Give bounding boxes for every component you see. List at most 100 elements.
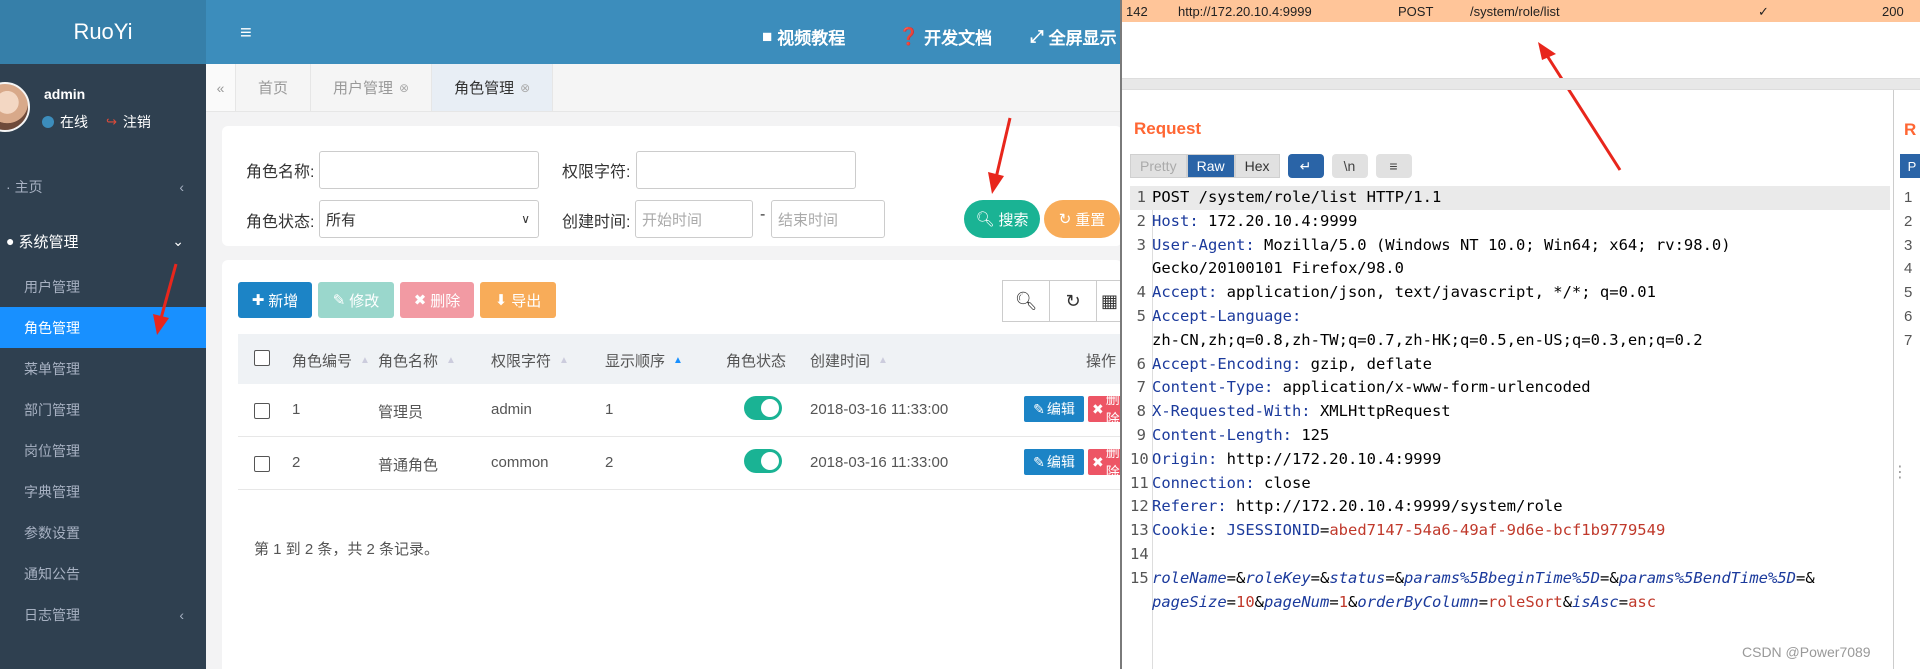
logout-icon[interactable]: ↪ [106,114,117,130]
search-toggle-icon[interactable]: 🔍︎ [1002,280,1050,322]
sidebar-item-menus[interactable]: 菜单管理 [0,348,206,389]
top-navbar: ≡ ■ 视频教程 ❓ 开发文档 ⤢ 全屏显示 [206,0,1120,64]
line-number: 15 [1130,568,1149,587]
menu-icon[interactable]: ≡ [1375,154,1412,178]
sidebar-group-system[interactable]: ● 系统管理 ⌄ [0,216,206,266]
request-header-lines: 1 POST /system/role/list HTTP/1.1 2 Host: 1… [1130,186,1890,519]
row-checkbox[interactable] [254,456,270,472]
tab-scroll-left-icon[interactable]: « [206,64,236,111]
close-icon[interactable]: ⊗ [399,81,409,95]
end-time-placeholder: 结束时间 [778,211,839,229]
end-time-input[interactable]: 结束时间 [771,200,885,238]
col-sort-order[interactable]: 显示顺序 ▲︎ [605,350,683,371]
delete-button[interactable]: ✖ 删除 [400,282,474,318]
sort-icon: ▲︎ [446,355,456,366]
view-tabs: Pretty Raw Hex ↵ \n ≡ [1130,154,1412,180]
request-line: 4 Accept: application/json, text/javascri… [1130,281,1890,305]
edit-button[interactable]: ✎ 修改 [318,282,394,318]
sidebar-item-posts[interactable]: 岗位管理 [0,430,206,471]
role-name-input[interactable] [319,151,539,189]
row-edit-button[interactable]: ✎ 编辑 [1024,449,1084,475]
tab-roles[interactable]: 角色管理 ⊗ [432,64,554,111]
proxy-history-row[interactable]: 142 http://172.20.10.4:9999 POST /system… [1122,0,1920,22]
pane-splitter[interactable] [1122,78,1920,90]
columns-icon[interactable]: ▦ [1096,280,1122,322]
sidebar-item-label: 岗位管理 [24,442,80,459]
sidebar-item-dicts[interactable]: 字典管理 [0,471,206,512]
delete-button-label: 删除 [430,292,461,310]
request-title: Request [1134,119,1202,138]
row-delete-button[interactable]: ✖ 删除 [1088,449,1122,475]
request-line: 5 Accept-Language: [1130,305,1890,329]
col-created[interactable]: 创建时间 ▲︎ [810,350,888,371]
cookie-value: abed7147-54a6-49af-9d6e-bcf1b9779549 [1329,521,1666,540]
tab-hex[interactable]: Hex [1234,154,1280,178]
row-edit-label: 编辑 [1046,454,1075,470]
col-role-name[interactable]: 角色名称 ▲︎ [378,350,456,371]
tab-label: 角色管理 [454,80,515,97]
role-key-label: 权限字符: [562,164,631,181]
user-panel: admin 在线 ↪ 注销 [0,64,206,154]
screenshot: RuoYi admin 在线 ↪ 注销 · 主页 ‹ ● 系统管理 ⌄ 用户管理 [0,0,1920,669]
line-number: 9 [1136,425,1146,444]
sidebar-item-config[interactable]: 参数设置 [0,512,206,553]
sidebar-group-label: 系统管理 [18,233,79,251]
table-row: 2 普通角色 common 2 2018-03-16 11:33:00 ✎ 编辑 … [238,437,1122,490]
request-editor[interactable]: 1 POST /system/role/list HTTP/1.1 2 Host: 1… [1130,186,1890,614]
fullscreen-link[interactable]: ⤢ 全屏显示 [1030,24,1117,49]
sidebar-item-depts[interactable]: 部门管理 [0,389,206,430]
hamburger-menu-icon[interactable]: ≡ [240,22,252,45]
role-status-select[interactable]: 所有 ∨ [319,200,539,238]
home-icon: · [6,179,11,195]
start-time-input[interactable]: 开始时间 [635,200,753,238]
role-key-input[interactable] [636,151,856,189]
sidebar-item-logs[interactable]: 日志管理 ‹ [0,594,206,635]
status-toggle[interactable] [744,396,782,420]
header-key: Host: [1152,211,1199,230]
search-button[interactable]: 🔍︎ 搜索 [964,200,1040,238]
tab-pretty[interactable]: Pretty [1130,154,1187,178]
status-toggle[interactable] [744,449,782,473]
row-delete-button[interactable]: ✖ 删除 [1088,396,1122,422]
burp-panel: 142 http://172.20.10.4:9999 POST /system… [1120,0,1920,669]
col-role-key[interactable]: 权限字符 ▲︎ [491,350,569,371]
watermark: CSDN @Power7089 [1742,644,1871,660]
logout-link[interactable]: 注销 [123,112,151,132]
header-value: XMLHttpRequest [1310,402,1451,421]
tab-raw[interactable]: Raw [1186,154,1235,178]
sidebar-item-home[interactable]: · 主页 ‹ [0,166,206,208]
header-value: Gecko/20100101 Firefox/98.0 [1152,259,1404,278]
cell-role-key: common [491,454,549,471]
wrap-lines-icon[interactable]: ↵ [1287,154,1324,178]
close-icon[interactable]: ⊗ [520,81,530,95]
cell-role-id: 2 [292,454,301,471]
edit-button-label: 修改 [349,292,380,310]
role-name-label: 角色名称: [246,164,315,181]
chevron-down-icon: ⌄ [172,232,184,249]
chevron-left-icon: ‹ [179,179,184,195]
dev-docs-link[interactable]: ❓ 开发文档 [898,24,992,49]
column-label: 角色状态 [726,353,787,370]
reset-button[interactable]: ↻ 重置 [1044,200,1120,238]
response-tab-stub[interactable]: P [1900,154,1920,178]
tab-home[interactable]: 首页 [236,64,312,111]
header-value: 125 [1291,425,1330,444]
refresh-icon[interactable]: ↻ [1049,280,1097,322]
response-pane-stub: R P 1 2 3 4 5 6 7 [1893,90,1920,669]
select-all-checkbox[interactable] [254,350,270,366]
request-line: 8 X-Requested-With: XMLHttpRequest [1130,400,1890,424]
sidebar-item-label: 部门管理 [24,401,80,418]
show-newlines-icon[interactable]: \n [1331,154,1368,178]
cookie-name: JSESSIONID [1226,521,1320,540]
col-role-id[interactable]: 角色编号 ▲︎ [292,350,370,371]
sidebar-item-notices[interactable]: 通知公告 [0,553,206,594]
tab-users[interactable]: 用户管理 ⊗ [311,64,433,111]
avatar[interactable] [0,82,30,132]
role-status-label: 角色状态: [246,214,315,231]
row-checkbox[interactable] [254,403,270,419]
video-tutorial-link[interactable]: ■ 视频教程 [762,24,845,49]
row-edit-button[interactable]: ✎ 编辑 [1024,396,1084,422]
export-button[interactable]: ⬇ 导出 [480,282,556,318]
kebab-icon[interactable]: ⋮ [1892,462,1908,482]
add-button[interactable]: ✚ 新增 [238,282,312,318]
